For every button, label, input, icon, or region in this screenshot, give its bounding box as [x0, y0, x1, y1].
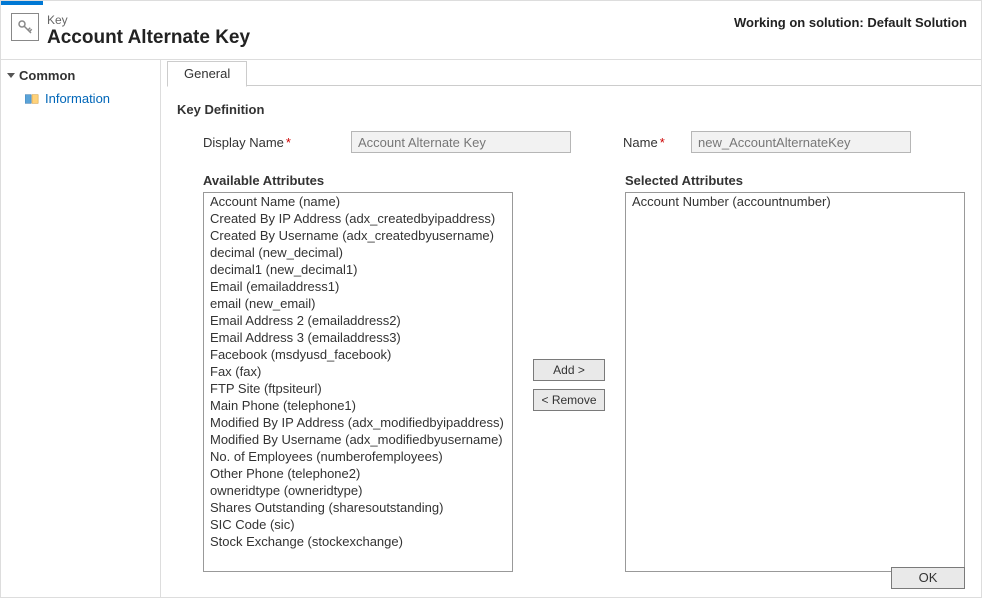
list-item[interactable]: Shares Outstanding (sharesoutstanding)	[204, 499, 512, 516]
list-item[interactable]: Modified By IP Address (adx_modifiedbyip…	[204, 414, 512, 431]
list-item[interactable]: Modified By Username (adx_modifiedbyuser…	[204, 431, 512, 448]
list-item[interactable]: Email (emailaddress1)	[204, 278, 512, 295]
key-icon	[11, 13, 39, 41]
list-item[interactable]: decimal (new_decimal)	[204, 244, 512, 261]
list-item[interactable]: owneridtype (owneridtype)	[204, 482, 512, 499]
name-input[interactable]	[691, 131, 911, 153]
information-icon	[25, 93, 39, 105]
caret-down-icon	[7, 73, 15, 78]
header-kicker: Key	[47, 13, 734, 27]
tab-general[interactable]: General	[167, 61, 247, 87]
list-item[interactable]: email (new_email)	[204, 295, 512, 312]
list-item[interactable]: Email Address 2 (emailaddress2)	[204, 312, 512, 329]
solution-label: Working on solution: Default Solution	[734, 13, 971, 30]
display-name-input[interactable]	[351, 131, 571, 153]
list-item[interactable]: Facebook (msdyusd_facebook)	[204, 346, 512, 363]
list-item[interactable]: Fax (fax)	[204, 363, 512, 380]
section-title: Key Definition	[177, 102, 965, 117]
required-asterisk: *	[660, 135, 665, 150]
list-item[interactable]: Created By IP Address (adx_createdbyipad…	[204, 210, 512, 227]
list-item[interactable]: Account Number (accountnumber)	[626, 193, 964, 210]
list-item[interactable]: Created By Username (adx_createdbyuserna…	[204, 227, 512, 244]
loading-bar	[1, 1, 981, 5]
sidebar-item-information[interactable]: Information	[1, 89, 160, 108]
add-button[interactable]: Add >	[533, 359, 605, 381]
loading-bar-fill	[1, 1, 43, 5]
list-item[interactable]: No. of Employees (numberofemployees)	[204, 448, 512, 465]
selected-attributes-label: Selected Attributes	[625, 173, 965, 188]
sidebar-group-common[interactable]: Common	[1, 66, 160, 89]
list-item[interactable]: FTP Site (ftpsiteurl)	[204, 380, 512, 397]
selected-attributes-list[interactable]: Account Number (accountnumber)	[625, 192, 965, 572]
ok-button[interactable]: OK	[891, 567, 965, 589]
list-item[interactable]: Email Address 3 (emailaddress3)	[204, 329, 512, 346]
page-title: Account Alternate Key	[47, 27, 734, 49]
remove-button[interactable]: < Remove	[533, 389, 605, 411]
list-item[interactable]: Main Phone (telephone1)	[204, 397, 512, 414]
available-attributes-list[interactable]: Account Name (name)Created By IP Address…	[203, 192, 513, 572]
list-item[interactable]: Stock Exchange (stockexchange)	[204, 533, 512, 550]
list-item[interactable]: decimal1 (new_decimal1)	[204, 261, 512, 278]
tab-strip: General	[161, 60, 981, 86]
available-attributes-label: Available Attributes	[203, 173, 513, 188]
sidebar-item-label: Information	[45, 91, 110, 106]
sidebar-group-label: Common	[19, 68, 75, 83]
list-item[interactable]: Account Name (name)	[204, 193, 512, 210]
sidebar: Common Information	[1, 59, 160, 597]
list-item[interactable]: Other Phone (telephone2)	[204, 465, 512, 482]
list-item[interactable]: SIC Code (sic)	[204, 516, 512, 533]
name-label: Name*	[623, 135, 683, 150]
required-asterisk: *	[286, 135, 291, 150]
display-name-label: Display Name*	[203, 135, 343, 150]
